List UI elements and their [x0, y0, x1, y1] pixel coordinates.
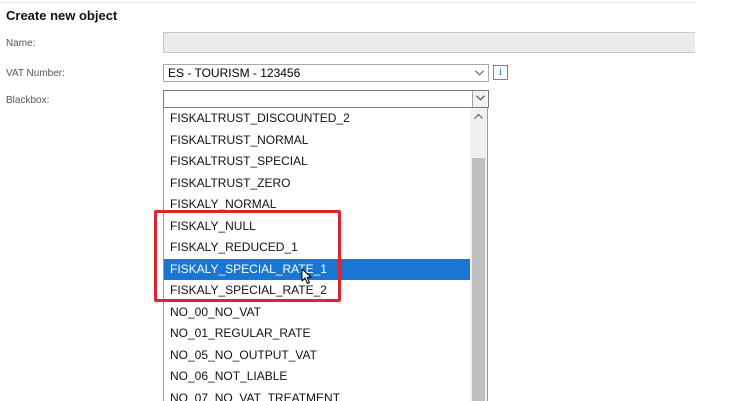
chevron-down-icon[interactable]	[472, 91, 487, 107]
mouse-cursor-icon	[301, 268, 313, 290]
dropdown-option[interactable]: NO_05_NO_OUTPUT_VAT	[164, 345, 471, 367]
dropdown-scrollbar[interactable]	[470, 108, 487, 401]
top-divider	[0, 2, 695, 3]
blackbox-label: Blackbox:	[6, 95, 50, 106]
option-list: FISKALTRUST_DISCOUNTED_2 FISKALTRUST_NOR…	[164, 108, 471, 401]
dropdown-option[interactable]: FISKALTRUST_ZERO	[164, 173, 471, 195]
dropdown-option[interactable]: NO_01_REGULAR_RATE	[164, 323, 471, 345]
vat-number-value: ES - TOURISM - 123456	[168, 66, 301, 80]
info-icon[interactable]: i	[493, 65, 508, 80]
dropdown-option[interactable]: NO_06_NOT_LIABLE	[164, 366, 471, 388]
dropdown-option[interactable]: FISKALY_SPECIAL_RATE_2	[164, 280, 471, 302]
scroll-up-arrow-icon[interactable]	[470, 108, 487, 125]
page-title: Create new object	[6, 8, 118, 23]
dropdown-option[interactable]: NO_00_NO_VAT	[164, 302, 471, 324]
dropdown-option[interactable]: FISKALTRUST_SPECIAL	[164, 151, 471, 173]
name-input[interactable]	[163, 32, 695, 53]
dropdown-option[interactable]: FISKALY_NORMAL	[164, 194, 471, 216]
chevron-down-icon[interactable]	[473, 66, 486, 80]
dropdown-option[interactable]: FISKALY_REDUCED_1	[164, 237, 471, 259]
dropdown-option-selected[interactable]: FISKALY_SPECIAL_RATE_1	[164, 258, 471, 280]
dropdown-option[interactable]: FISKALY_NULL	[164, 216, 471, 238]
dropdown-option[interactable]: NO_07_NO_VAT_TREATMENT	[164, 388, 471, 401]
info-icon-glyph: i	[498, 66, 503, 78]
blackbox-dropdown-list[interactable]: FISKALTRUST_DISCOUNTED_2 FISKALTRUST_NOR…	[163, 108, 488, 401]
name-label: Name:	[6, 38, 36, 49]
blackbox-select[interactable]	[163, 90, 489, 108]
dropdown-option[interactable]: FISKALTRUST_DISCOUNTED_2	[164, 108, 471, 130]
vat-number-label: VAT Number:	[6, 68, 65, 79]
dropdown-option[interactable]: FISKALTRUST_NORMAL	[164, 130, 471, 152]
vat-number-select[interactable]: ES - TOURISM - 123456	[163, 64, 489, 82]
scrollbar-thumb[interactable]	[472, 158, 485, 401]
